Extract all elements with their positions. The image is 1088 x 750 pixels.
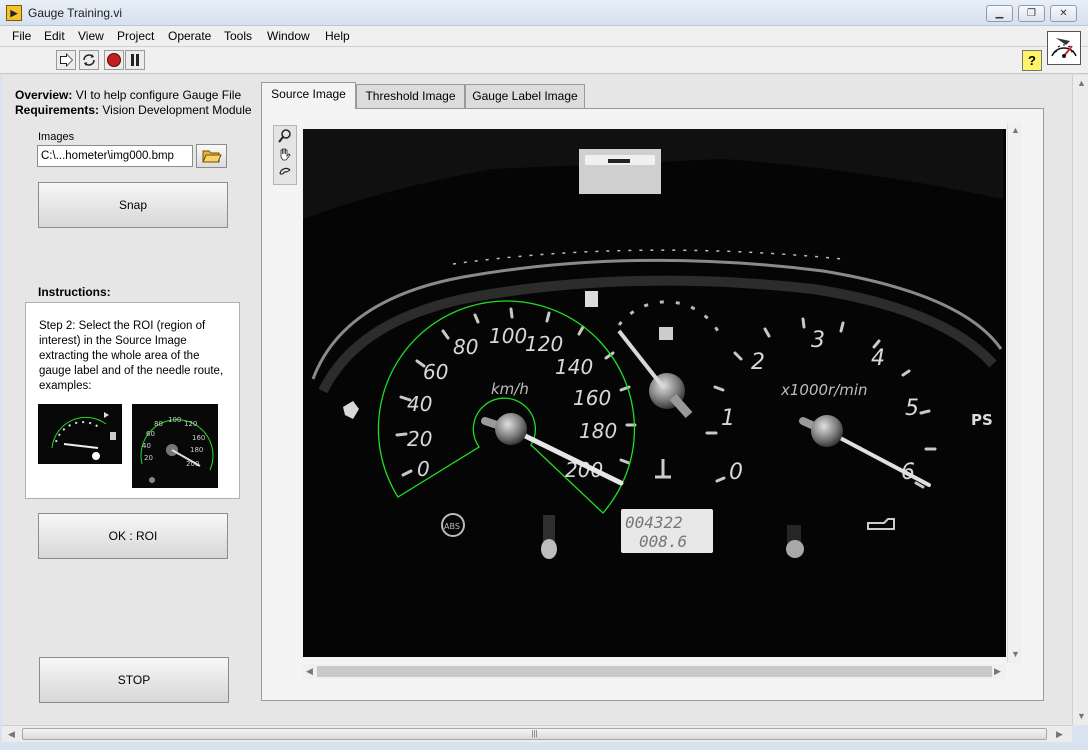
menu-help[interactable]: Help (325, 29, 350, 43)
speed-tick-120: 120 (525, 332, 563, 356)
tab-threshold-image[interactable]: Threshold Image (356, 84, 465, 108)
image-tools-palette (273, 125, 297, 185)
speed-tick-40: 40 (407, 392, 432, 416)
tab-panel: 0 20 40 60 80 100 120 140 160 180 200 km… (261, 108, 1044, 701)
scroll-up-icon[interactable]: ▲ (1011, 125, 1020, 135)
scroll-left-icon[interactable]: ◀ (306, 666, 313, 677)
menu-window[interactable]: Window (267, 29, 310, 43)
speed-tick-160: 160 (573, 386, 611, 410)
example-thumbnail-speedometer: 20 40 60 80 100 120 160 180 200 (132, 404, 218, 488)
browse-button[interactable] (196, 144, 227, 168)
window-scroll-down-icon[interactable]: ▼ (1077, 711, 1086, 721)
images-label: Images (38, 131, 75, 143)
window-scroll-up-icon[interactable]: ▲ (1077, 78, 1086, 88)
requirements-label: Requirements: (15, 103, 100, 117)
menu-edit[interactable]: Edit (44, 29, 65, 43)
window-horizontal-scrollbar[interactable]: ◀ ||| ▶ (2, 725, 1072, 742)
rpm-unit-label: x1000r/min (780, 381, 868, 399)
ps-indicator: PS (971, 411, 993, 429)
window-vertical-scrollbar[interactable]: ▲ ▼ (1072, 75, 1088, 725)
svg-text:60: 60 (146, 430, 155, 438)
context-help-button[interactable]: ? (1022, 50, 1042, 71)
run-icon[interactable] (56, 50, 76, 70)
window-scroll-thumb[interactable]: ||| (22, 728, 1047, 740)
labview-icon: ▶ (6, 5, 22, 21)
fuel-pump-icon (585, 291, 598, 307)
rpm-tick-4: 4 (871, 346, 885, 371)
example-thumbnail-fuel (38, 404, 122, 464)
overview-text: VI to help configure Gauge File (72, 88, 242, 102)
menu-project[interactable]: Project (117, 29, 154, 43)
snap-button[interactable]: Snap (38, 182, 228, 228)
abort-icon[interactable] (104, 50, 124, 70)
odometer-value: 004322 (625, 513, 683, 532)
menu-operate[interactable]: Operate (168, 29, 211, 43)
svg-text:40: 40 (142, 442, 151, 450)
instructions-box: Step 2: Select the ROI (region of intere… (25, 302, 240, 499)
title-bar: ▶ Gauge Training.vi ▁ ❐ ✕ (0, 0, 1088, 26)
speed-tick-100: 100 (489, 324, 527, 348)
image-horizontal-scrollbar[interactable]: ◀ ▶ (303, 664, 1006, 679)
window-scroll-left-icon[interactable]: ◀ (8, 729, 15, 740)
instructions-text: Step 2: Select the ROI (region of intere… (39, 320, 224, 392)
vi-gauge-icon (1047, 31, 1081, 65)
instructions-title: Instructions: (38, 285, 111, 299)
minimize-button[interactable]: ▁ (986, 5, 1013, 22)
svg-text:80: 80 (154, 420, 163, 428)
svg-text:160: 160 (192, 434, 205, 442)
menu-view[interactable]: View (78, 29, 104, 43)
svg-text:20: 20 (144, 454, 153, 462)
pan-hand-icon[interactable] (276, 146, 294, 163)
annulus-roi-icon[interactable] (276, 164, 294, 181)
speed-tick-0: 0 (417, 457, 430, 481)
zoom-icon[interactable] (276, 128, 294, 145)
run-continuously-icon[interactable] (79, 50, 99, 70)
speed-tick-180: 180 (579, 419, 617, 443)
tab-gauge-label-image[interactable]: Gauge Label Image (465, 84, 585, 108)
overview-block: Overview: VI to help configure Gauge Fil… (15, 88, 252, 118)
speed-tick-20: 20 (407, 427, 432, 451)
window-title: Gauge Training.vi (28, 6, 123, 20)
restore-button[interactable]: ❐ (1018, 5, 1045, 22)
scroll-down-icon[interactable]: ▼ (1011, 649, 1020, 659)
overview-label: Overview: (15, 88, 73, 102)
svg-text:180: 180 (190, 446, 203, 454)
stop-button[interactable]: STOP (39, 657, 229, 703)
image-vertical-scrollbar[interactable]: ▲ ▼ (1007, 123, 1022, 663)
images-path-field[interactable]: C:\...hometer\img000.bmp (37, 145, 193, 167)
toolbar: ? (0, 47, 1088, 74)
scroll-right-icon[interactable]: ▶ (994, 666, 1001, 677)
rpm-tick-3: 3 (811, 328, 825, 353)
scroll-thumb[interactable] (317, 666, 992, 677)
rpm-tick-0: 0 (729, 460, 743, 485)
ok-roi-button[interactable]: OK : ROI (38, 513, 228, 559)
window-scroll-right-icon[interactable]: ▶ (1056, 729, 1063, 740)
menu-tools[interactable]: Tools (224, 29, 252, 43)
svg-text:120: 120 (184, 420, 197, 428)
source-image-display[interactable]: 0 20 40 60 80 100 120 140 160 180 200 km… (303, 129, 1006, 657)
menu-file[interactable]: File (12, 29, 31, 43)
speed-tick-140: 140 (555, 355, 593, 379)
menu-bar: File Edit View Project Operate Tools Win… (0, 26, 1088, 47)
tab-source-image[interactable]: Source Image (261, 82, 356, 109)
abs-label: ABS (444, 522, 460, 531)
close-button[interactable]: ✕ (1050, 5, 1077, 22)
rpm-tick-5: 5 (905, 396, 919, 421)
folder-open-icon (202, 150, 222, 163)
requirements-text: Vision Development Module (99, 103, 252, 117)
front-panel: Overview: VI to help configure Gauge Fil… (2, 75, 1072, 725)
speed-unit-label: km/h (491, 380, 529, 398)
rpm-tick-2: 2 (751, 350, 765, 375)
speed-tick-60: 60 (423, 360, 448, 384)
svg-text:100: 100 (168, 416, 181, 424)
speed-tick-80: 80 (453, 335, 478, 359)
rpm-tick-1: 1 (721, 406, 735, 431)
trip-value: 008.6 (639, 532, 687, 551)
pause-icon[interactable] (125, 50, 145, 70)
